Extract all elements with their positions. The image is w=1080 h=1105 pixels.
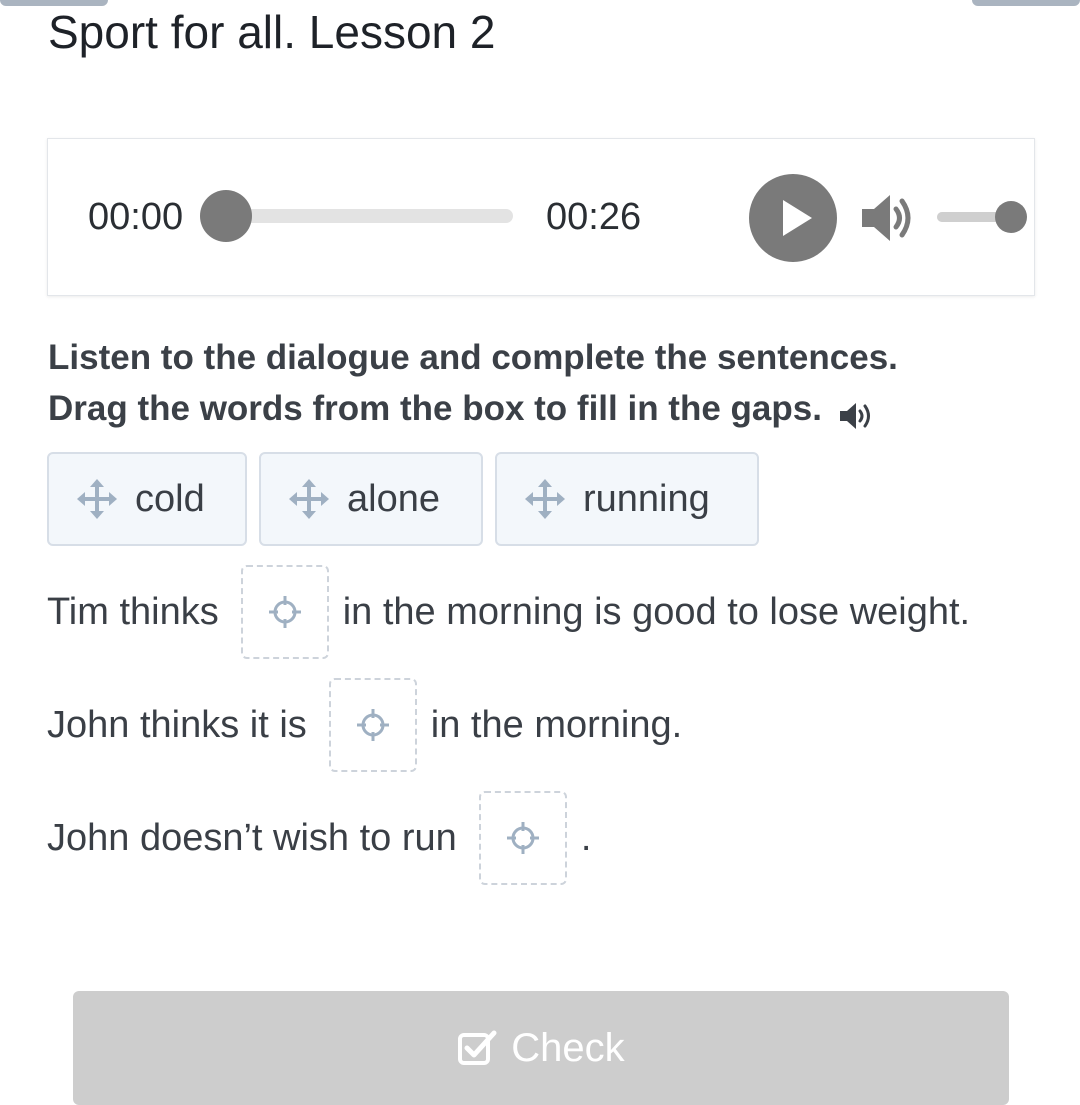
page-title: Sport for all. Lesson 2 [48, 6, 496, 58]
play-button[interactable] [749, 174, 837, 262]
checkbox-check-icon [458, 1030, 497, 1065]
check-button-label: Check [511, 1025, 625, 1070]
crosshair-icon [268, 596, 301, 628]
volume-handle[interactable] [995, 201, 1027, 233]
instruction-line-2: Drag the words from the box to fill in t… [48, 383, 1038, 434]
word-chip-running[interactable]: running [495, 452, 759, 546]
sentence-1: Tim thinks in the morning is good to los… [47, 565, 970, 659]
sentence-text-before: John doesn’t wish to run [47, 816, 457, 859]
check-button[interactable]: Check [73, 991, 1009, 1105]
sentence-text-after: in the morning. [430, 703, 683, 746]
sentence-text-after: . [580, 816, 592, 859]
volume-slider[interactable] [937, 201, 1027, 233]
top-right-tab-edge [972, 0, 1080, 6]
sentence-2: John thinks it is in the morning. [47, 678, 682, 772]
drop-gap-2[interactable] [328, 678, 417, 772]
volume-icon[interactable] [858, 191, 918, 245]
move-icon [525, 479, 565, 519]
sentence-text-before: Tim thinks [47, 590, 219, 633]
task-instruction: Listen to the dialogue and complete the … [48, 332, 1038, 434]
word-chip-cold[interactable]: cold [47, 452, 247, 546]
current-time: 00:00 [88, 196, 184, 238]
total-time: 00:26 [546, 196, 642, 238]
drop-gap-3[interactable] [478, 791, 567, 885]
word-chip-label: alone [347, 477, 440, 520]
speaker-icon[interactable] [838, 395, 876, 429]
word-chip-label: running [583, 477, 710, 520]
crosshair-icon [506, 822, 539, 854]
sentence-3: John doesn’t wish to run . [47, 791, 591, 885]
word-bank: cold alone running [47, 452, 759, 546]
crosshair-icon [356, 709, 389, 741]
instruction-line-1: Listen to the dialogue and complete the … [48, 338, 898, 377]
instruction-line-2-text: Drag the words from the box to fill in t… [48, 389, 822, 428]
sentence-text-before: John thinks it is [47, 703, 307, 746]
play-icon [783, 200, 812, 236]
drop-gap-1[interactable] [240, 565, 329, 659]
move-icon [77, 479, 117, 519]
move-icon [289, 479, 329, 519]
word-chip-label: cold [135, 477, 205, 520]
sentence-text-after: in the morning is good to lose weight. [342, 590, 971, 633]
word-chip-alone[interactable]: alone [259, 452, 483, 546]
audio-player: 00:00 00:26 [47, 138, 1035, 296]
seek-bar[interactable] [200, 190, 513, 242]
seek-handle[interactable] [200, 190, 252, 242]
